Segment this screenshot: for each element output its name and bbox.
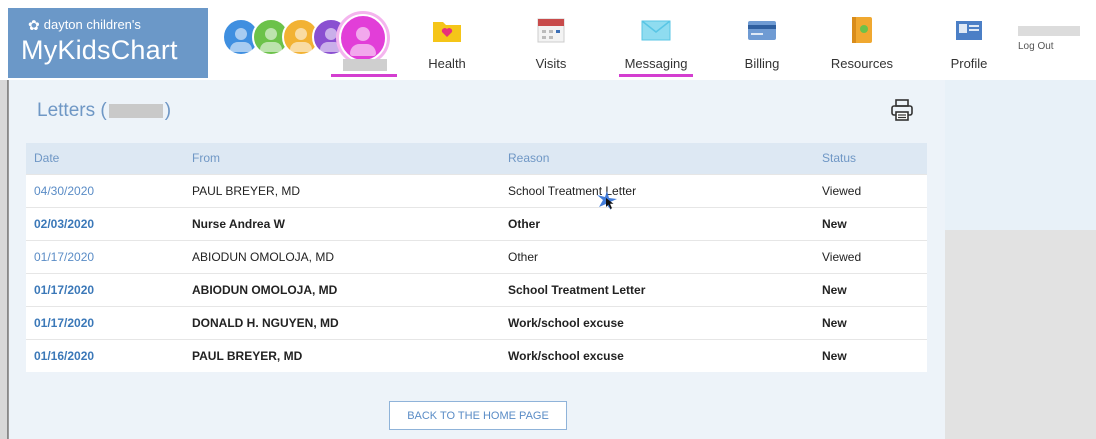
patient-name-redacted <box>108 104 163 118</box>
row-reason: Work/school excuse <box>508 315 624 330</box>
column-header-status[interactable]: Status <box>814 143 927 174</box>
row-reason: Other <box>508 216 541 231</box>
printer-icon <box>891 99 913 121</box>
title-bar: Letters ( ) <box>27 80 937 138</box>
book-icon <box>852 17 872 43</box>
credit-card-icon <box>748 21 776 40</box>
title-suffix: ) <box>164 100 172 121</box>
row-status: Viewed <box>822 183 862 198</box>
nav-resources-label: Resources <box>830 56 894 71</box>
table-row[interactable]: 01/17/2020 DONALD H. NGUYEN, MD Work/sch… <box>26 306 927 339</box>
column-header-from[interactable]: From <box>184 143 500 174</box>
nav-messaging[interactable]: Messaging <box>611 14 701 80</box>
nav-resources[interactable]: Resources <box>817 14 907 80</box>
right-panel-top <box>945 80 1096 230</box>
row-date[interactable]: 02/03/2020 <box>26 207 184 240</box>
flower-logo-icon: ✿ <box>28 16 40 33</box>
nav-messaging-label: Messaging <box>624 56 688 71</box>
envelope-icon <box>641 20 671 41</box>
row-from: Nurse Andrea W <box>192 216 285 231</box>
page-title: Letters ( ) <box>37 100 171 122</box>
title-prefix: Letters ( <box>37 100 107 121</box>
page: ✿ dayton children's MyKidsChart Health V… <box>0 0 1096 439</box>
row-date[interactable]: 01/16/2020 <box>26 339 184 372</box>
row-from: PAUL BREYER, MD <box>192 183 301 198</box>
row-from: ABIODUN OMOLOJA, MD <box>192 249 335 264</box>
calendar-icon <box>537 18 565 43</box>
brand-title: MyKidsChart <box>21 35 178 65</box>
table-row[interactable]: 01/17/2020 ABIODUN OMOLOJA, MD Other Vie… <box>26 240 927 273</box>
column-header-reason[interactable]: Reason <box>500 143 814 174</box>
row-from: DONALD H. NGUYEN, MD <box>192 315 339 330</box>
header: ✿ dayton children's MyKidsChart Health V… <box>0 0 1096 80</box>
nav-visits-label: Visits <box>535 56 567 71</box>
row-status: New <box>822 348 847 363</box>
nav-health[interactable]: Health <box>402 14 492 80</box>
row-status: New <box>822 216 847 231</box>
nav-billing[interactable]: Billing <box>717 14 807 80</box>
table-row[interactable]: 01/17/2020 ABIODUN OMOLOJA, MD School Tr… <box>26 273 927 306</box>
right-panel-bottom <box>945 230 1096 439</box>
nav-health-label: Health <box>428 56 466 71</box>
row-date[interactable]: 01/17/2020 <box>26 306 184 339</box>
health-folder-icon <box>433 22 461 42</box>
child-avatar-selected[interactable] <box>339 14 387 62</box>
nav-visits[interactable]: Visits <box>506 14 596 80</box>
nav-messaging-active-underline <box>619 74 693 77</box>
table-row[interactable]: 02/03/2020 Nurse Andrea W Other New <box>26 207 927 240</box>
row-reason: School Treatment Letter <box>508 183 637 198</box>
selected-child-name-redacted <box>343 59 387 71</box>
row-status: New <box>822 315 847 330</box>
row-reason: Work/school excuse <box>508 348 624 363</box>
back-to-home-button[interactable]: BACK TO THE HOME PAGE <box>389 401 567 430</box>
row-from: ABIODUN OMOLOJA, MD <box>192 282 338 297</box>
column-header-date[interactable]: Date <box>26 143 184 174</box>
row-from: PAUL BREYER, MD <box>192 348 303 363</box>
row-date[interactable]: 01/17/2020 <box>26 273 184 306</box>
selected-child-underline <box>331 74 397 77</box>
row-reason: School Treatment Letter <box>508 282 646 297</box>
logo[interactable]: ✿ dayton children's MyKidsChart <box>8 8 208 78</box>
nav-profile-label: Profile <box>950 56 988 71</box>
letters-table: Date From Reason Status 04/30/2020 PAUL … <box>26 143 927 372</box>
row-status: Viewed <box>822 249 862 264</box>
child-selector <box>222 14 397 62</box>
user-name-redacted <box>1018 26 1080 36</box>
nav-profile[interactable]: Profile <box>924 14 1014 80</box>
row-date[interactable]: 04/30/2020 <box>26 174 184 207</box>
id-card-icon <box>956 21 982 40</box>
table-row[interactable]: 04/30/2020 PAUL BREYER, MD School Treatm… <box>26 174 927 207</box>
left-edge <box>0 80 8 439</box>
row-status: New <box>822 282 847 297</box>
table-row[interactable]: 01/16/2020 PAUL BREYER, MD Work/school e… <box>26 339 927 372</box>
print-button[interactable] <box>887 95 917 125</box>
table-header-row: Date From Reason Status <box>26 143 927 174</box>
brand-small: ✿ dayton children's <box>28 17 141 32</box>
brand-small-text: dayton children's <box>43 17 141 32</box>
logout-link[interactable]: Log Out <box>1018 41 1054 52</box>
row-date[interactable]: 01/17/2020 <box>26 240 184 273</box>
nav-billing-label: Billing <box>744 56 780 71</box>
row-reason: Other <box>508 249 539 264</box>
